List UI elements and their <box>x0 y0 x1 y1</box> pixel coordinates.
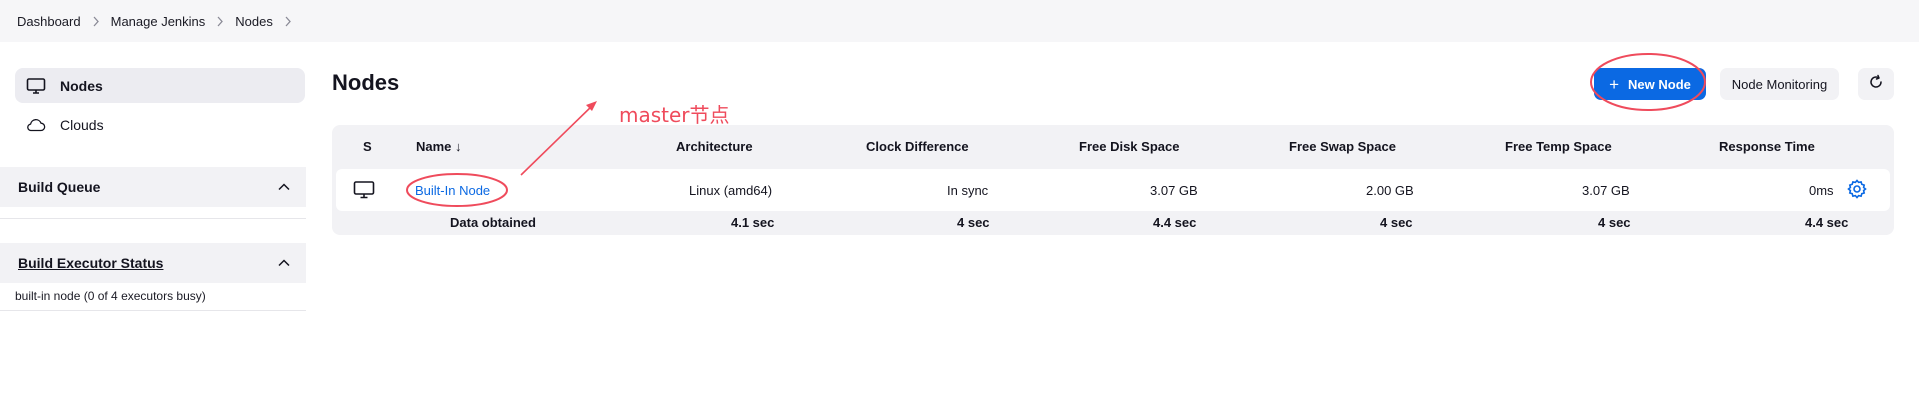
plus-icon: + <box>1609 74 1620 94</box>
breadcrumb-dashboard[interactable]: Dashboard <box>17 14 81 29</box>
table-row <box>336 169 1890 211</box>
column-header-free-disk-space[interactable]: Free Disk Space <box>1079 139 1179 154</box>
divider <box>0 218 306 219</box>
column-header-free-swap-space[interactable]: Free Swap Space <box>1289 139 1396 154</box>
chevron-right-icon[interactable] <box>284 16 292 27</box>
column-header-name[interactable]: Name ↓ <box>416 139 462 154</box>
breadcrumb: Dashboard Manage Jenkins Nodes <box>0 0 1919 42</box>
computer-icon <box>353 180 375 203</box>
chevron-right-icon <box>92 16 100 27</box>
sidebar-item-clouds[interactable]: Clouds <box>15 107 305 142</box>
cell-clock-difference: In sync <box>947 183 989 198</box>
build-executor-status-title[interactable]: Build Executor Status <box>18 255 163 271</box>
column-header-free-temp-space[interactable]: Free Temp Space <box>1505 139 1612 154</box>
new-node-button[interactable]: + New Node <box>1594 68 1706 100</box>
new-node-label: New Node <box>1628 76 1691 92</box>
breadcrumb-manage-jenkins[interactable]: Manage Jenkins <box>111 14 206 29</box>
cloud-icon <box>26 115 46 135</box>
cell-response-time: 0ms <box>1809 183 1834 198</box>
sidebar-item-label: Clouds <box>60 116 104 133</box>
data-obtained-label: Data obtained <box>450 215 536 230</box>
column-header-clock-difference[interactable]: Clock Difference <box>866 139 969 154</box>
chevron-up-icon[interactable] <box>278 259 290 267</box>
cell-architecture: Linux (amd64) <box>689 183 773 198</box>
divider <box>0 310 306 311</box>
column-header-status[interactable]: S <box>363 139 372 154</box>
annotation-label: master节点 <box>619 103 730 127</box>
cell-free-disk-space: 3.07 GB <box>1150 183 1198 198</box>
column-header-response-time[interactable]: Response Time <box>1719 139 1815 154</box>
chevron-up-icon[interactable] <box>278 183 290 191</box>
data-obtained-disk: 4.4 sec <box>1153 215 1197 230</box>
page-title: Nodes <box>332 70 400 95</box>
sidebar-item-nodes[interactable]: Nodes <box>15 68 305 103</box>
annotation-arrowhead <box>586 101 597 111</box>
data-obtained-response: 4.4 sec <box>1805 215 1849 230</box>
build-queue-header[interactable]: Build Queue <box>0 167 306 207</box>
refresh-button[interactable] <box>1858 68 1894 100</box>
node-monitoring-button[interactable]: Node Monitoring <box>1720 68 1839 100</box>
build-queue-title: Build Queue <box>18 179 101 195</box>
node-monitoring-label: Node Monitoring <box>1731 76 1828 92</box>
data-obtained-architecture: 4.1 sec <box>731 215 775 230</box>
data-obtained-temp: 4 sec <box>1598 215 1631 230</box>
cell-free-temp-space: 3.07 GB <box>1582 183 1630 198</box>
chevron-right-icon <box>216 16 224 27</box>
cell-free-swap-space: 2.00 GB <box>1366 183 1414 198</box>
computer-icon <box>26 76 46 96</box>
sidebar-item-label: Nodes <box>60 77 103 94</box>
data-obtained-swap: 4 sec <box>1380 215 1413 230</box>
column-header-architecture[interactable]: Architecture <box>676 139 753 154</box>
node-link-built-in[interactable]: Built-In Node <box>415 183 490 198</box>
executor-status-text[interactable]: built-in node (0 of 4 executors busy) <box>15 289 206 303</box>
breadcrumb-nodes[interactable]: Nodes <box>235 14 273 29</box>
gear-icon[interactable] <box>1846 178 1868 203</box>
refresh-icon <box>1868 74 1884 95</box>
build-executor-status-header[interactable]: Build Executor Status <box>0 243 306 283</box>
data-obtained-clock: 4 sec <box>957 215 990 230</box>
